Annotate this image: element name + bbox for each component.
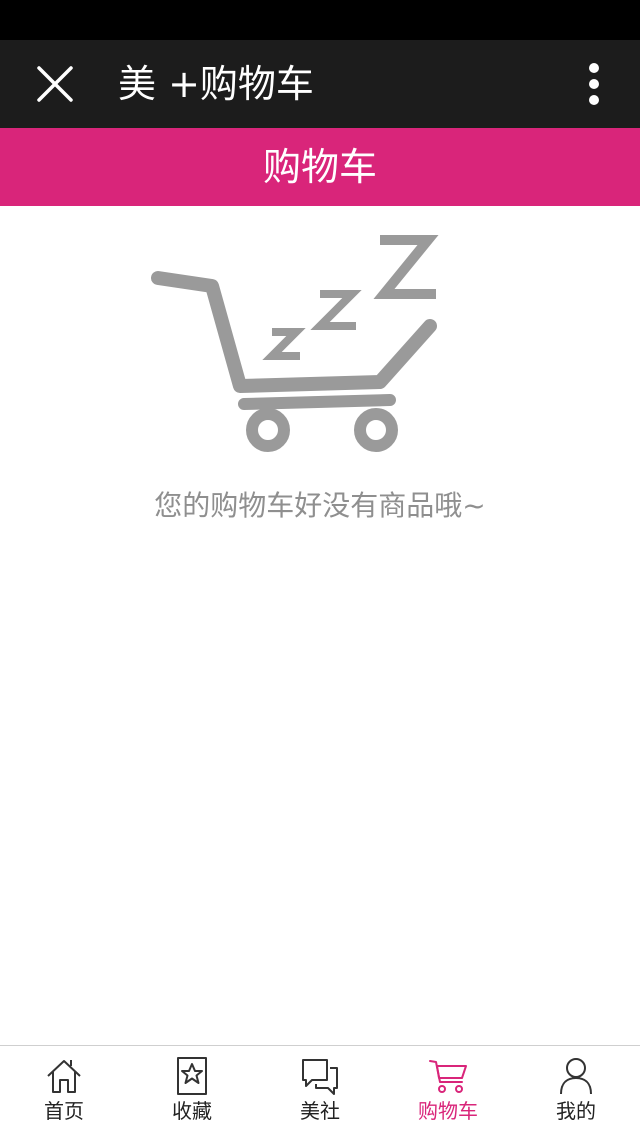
- tab-favorites[interactable]: 收藏: [128, 1046, 256, 1136]
- app-bar: 美 +购物车: [0, 40, 640, 128]
- cart-icon: [429, 1060, 467, 1093]
- tab-community-label: 美社: [300, 1099, 340, 1123]
- tab-community[interactable]: 美社: [256, 1046, 384, 1136]
- tab-cart[interactable]: 购物车: [384, 1046, 512, 1136]
- more-vertical-icon: [589, 63, 599, 105]
- close-button[interactable]: [20, 54, 90, 114]
- tab-favorites-label: 收藏: [172, 1099, 212, 1123]
- tab-cart-label: 购物车: [418, 1099, 478, 1123]
- status-bar: [0, 0, 640, 40]
- more-menu-button[interactable]: [566, 54, 622, 114]
- sleeping-cart-icon: [151, 235, 439, 452]
- page-header: 购物车: [0, 128, 640, 206]
- empty-cart-message: 您的购物车好没有商品哦~: [154, 489, 486, 522]
- page-title: 购物车: [262, 145, 377, 189]
- app-title: 美 +购物车: [118, 62, 314, 106]
- person-icon: [560, 1058, 592, 1095]
- bottom-tab-bar: 首页 收藏 美社 购物车 我的: [0, 1045, 640, 1136]
- tab-profile[interactable]: 我的: [512, 1046, 640, 1136]
- chat-bubbles-icon: [302, 1059, 338, 1095]
- tab-home[interactable]: 首页: [0, 1046, 128, 1136]
- home-icon: [47, 1060, 81, 1093]
- tab-home-label: 首页: [44, 1099, 84, 1123]
- bookmark-star-icon: [177, 1057, 207, 1095]
- tab-profile-label: 我的: [556, 1099, 596, 1123]
- close-icon: [37, 66, 73, 102]
